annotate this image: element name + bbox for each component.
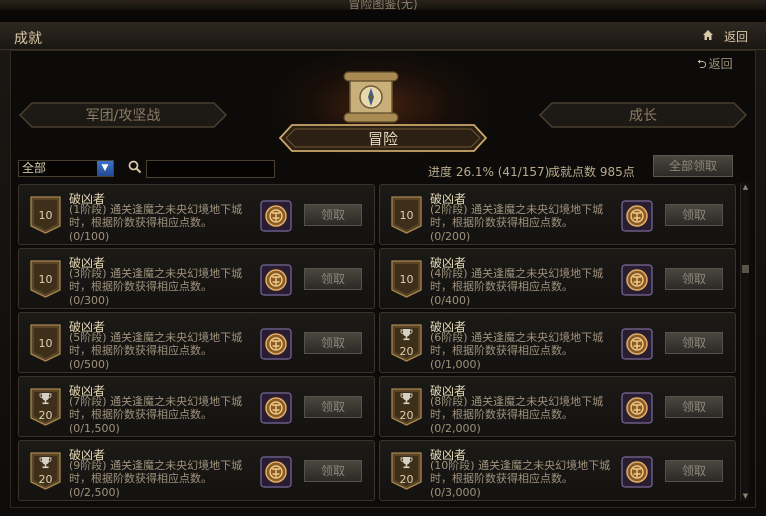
header-back-button[interactable]: 返回 bbox=[724, 28, 748, 45]
achievement-progress: (0/3,000) bbox=[430, 486, 481, 499]
achievement-progress: (0/200) bbox=[430, 230, 471, 243]
achievement-progress: (0/100) bbox=[69, 230, 110, 243]
claim-button[interactable]: 领取 bbox=[665, 268, 723, 290]
header-title: 成就 bbox=[14, 31, 42, 47]
reward-medal-icon[interactable] bbox=[260, 328, 292, 360]
reward-medal-icon[interactable] bbox=[621, 264, 653, 296]
achievement-description: (8阶段) 通关逢魔之未央幻境地下城时，根据阶数获得相应点数。 bbox=[430, 395, 604, 421]
points-value: 10 bbox=[38, 209, 53, 222]
tab-adventure-label: 冒险 bbox=[367, 129, 398, 148]
sub-back-button[interactable]: ⮌ 返回 bbox=[697, 55, 733, 76]
achievement-description: (5阶段) 通关逢魔之未央幻境地下城时，根据阶数获得相应点数。 bbox=[69, 331, 243, 357]
achievement-card: 10 破凶者 (2阶段) 通关逢魔之未央幻境地下城时，根据阶数获得相应点数。 (0/2… bbox=[379, 184, 736, 245]
achievement-points-text: 成就点数 985点 bbox=[548, 165, 635, 179]
achievement-card: 10 破凶者 (3阶段) 通关逢魔之未央幻境地下城时，根据阶数获得相应点数。 (0/3… bbox=[18, 248, 375, 309]
reward-medal-icon[interactable] bbox=[621, 328, 653, 360]
claim-button[interactable]: 领取 bbox=[665, 204, 723, 226]
scroll-down-icon[interactable]: ▼ bbox=[741, 492, 750, 501]
return-arrow-icon: ⮌ bbox=[697, 57, 707, 71]
trophy-icon bbox=[400, 457, 413, 469]
claim-button[interactable]: 领取 bbox=[304, 396, 362, 418]
search-icon bbox=[128, 160, 142, 174]
achievement-progress: (0/1,000) bbox=[430, 358, 481, 371]
search-input[interactable] bbox=[146, 160, 275, 178]
reward-medal-icon[interactable] bbox=[260, 264, 292, 296]
tab-legion-siege[interactable]: 军团/攻坚战 bbox=[18, 101, 228, 129]
points-value: 10 bbox=[38, 273, 53, 286]
achievement-description: (10阶段) 通关逢魔之未央幻境地下城时，根据阶数获得相应点数。 bbox=[430, 459, 611, 485]
chevron-down-icon[interactable]: ▼ bbox=[97, 161, 113, 176]
trophy-icon bbox=[39, 393, 52, 405]
home-icon[interactable] bbox=[702, 29, 714, 41]
achievement-description: (6阶段) 通关逢魔之未央幻境地下城时，根据阶数获得相应点数。 bbox=[430, 331, 604, 357]
points-value: 20 bbox=[399, 473, 414, 486]
reward-medal-icon[interactable] bbox=[621, 200, 653, 232]
achievement-description: (4阶段) 通关逢魔之未央幻境地下城时，根据阶数获得相应点数。 bbox=[430, 267, 604, 293]
filter-selected-value: 全部 bbox=[22, 161, 47, 175]
achievement-progress: (0/2,000) bbox=[430, 422, 481, 435]
trophy-icon bbox=[400, 393, 413, 405]
tab-adventure[interactable]: 冒险 bbox=[278, 122, 488, 154]
achievement-card: 10 破凶者 (1阶段) 通关逢魔之未央幻境地下城时，根据阶数获得相应点数。 (0/1… bbox=[18, 184, 375, 245]
claim-button[interactable]: 领取 bbox=[665, 332, 723, 354]
achievement-progress: (0/2,500) bbox=[69, 486, 120, 499]
achievement-card: 10 破凶者 (5阶段) 通关逢魔之未央幻境地下城时，根据阶数获得相应点数。 (0/5… bbox=[18, 312, 375, 373]
trophy-icon bbox=[39, 457, 52, 469]
window-header: 成就 返回 bbox=[0, 22, 766, 50]
claim-button[interactable]: 领取 bbox=[304, 460, 362, 482]
scrollbar[interactable]: ▲ ▼ bbox=[740, 183, 749, 501]
claim-button[interactable]: 领取 bbox=[304, 204, 362, 226]
tab-legion-siege-label: 军团/攻坚战 bbox=[85, 108, 161, 124]
progress-text: 进度 26.1% (41/157) bbox=[428, 165, 550, 179]
claim-button[interactable]: 领取 bbox=[665, 460, 723, 482]
points-value: 20 bbox=[399, 409, 414, 422]
achievement-card: 20 破凶者 (6阶段) 通关逢魔之未央幻境地下城时，根据阶数获得相应点数。 (0/1… bbox=[379, 312, 736, 373]
achievement-description: (3阶段) 通关逢魔之未央幻境地下城时，根据阶数获得相应点数。 bbox=[69, 267, 243, 293]
window-titlebar: 冒险图鉴(无) bbox=[0, 0, 766, 11]
scrollbar-thumb[interactable] bbox=[742, 265, 749, 273]
achievement-card: 20 破凶者 (10阶段) 通关逢魔之未央幻境地下城时，根据阶数获得相应点数。 (0/… bbox=[379, 440, 736, 501]
window-title: 冒险图鉴(无) bbox=[348, 0, 418, 11]
tab-growth[interactable]: 成长 bbox=[538, 101, 748, 129]
category-filter-select[interactable]: 全部 ▼ bbox=[18, 160, 114, 177]
achievement-progress: (0/400) bbox=[430, 294, 471, 307]
points-value: 20 bbox=[38, 409, 53, 422]
tab-growth-label: 成长 bbox=[629, 108, 657, 124]
achievement-description: (7阶段) 通关逢魔之未央幻境地下城时，根据阶数获得相应点数。 bbox=[69, 395, 243, 421]
achievement-description: (9阶段) 通关逢魔之未央幻境地下城时，根据阶数获得相应点数。 bbox=[69, 459, 243, 485]
achievement-progress: (0/1,500) bbox=[69, 422, 120, 435]
points-value: 10 bbox=[38, 337, 53, 350]
claim-all-button[interactable]: 全部领取 bbox=[653, 155, 733, 177]
points-value: 20 bbox=[38, 473, 53, 486]
achievement-card: 20 破凶者 (8阶段) 通关逢魔之未央幻境地下城时，根据阶数获得相应点数。 (0/2… bbox=[379, 376, 736, 437]
points-value: 10 bbox=[399, 209, 414, 222]
achievement-description: (1阶段) 通关逢魔之未央幻境地下城时，根据阶数获得相应点数。 bbox=[69, 203, 243, 229]
achievement-card: 10 破凶者 (4阶段) 通关逢魔之未央幻境地下城时，根据阶数获得相应点数。 (0/4… bbox=[379, 248, 736, 309]
sub-back-label: 返回 bbox=[708, 57, 733, 71]
achievement-card: 20 破凶者 (9阶段) 通关逢魔之未央幻境地下城时，根据阶数获得相应点数。 (0/2… bbox=[18, 440, 375, 501]
reward-medal-icon[interactable] bbox=[621, 392, 653, 424]
points-value: 20 bbox=[399, 345, 414, 358]
scroll-up-icon[interactable]: ▲ bbox=[741, 183, 750, 192]
claim-button[interactable]: 领取 bbox=[304, 268, 362, 290]
achievement-description: (2阶段) 通关逢魔之未央幻境地下城时，根据阶数获得相应点数。 bbox=[430, 203, 604, 229]
claim-button[interactable]: 领取 bbox=[304, 332, 362, 354]
achievement-progress: (0/500) bbox=[69, 358, 110, 371]
reward-medal-icon[interactable] bbox=[260, 200, 292, 232]
reward-medal-icon[interactable] bbox=[621, 456, 653, 488]
adventure-scroll-icon bbox=[343, 71, 399, 123]
points-value: 10 bbox=[399, 273, 414, 286]
achievement-progress: (0/300) bbox=[69, 294, 110, 307]
reward-medal-icon[interactable] bbox=[260, 456, 292, 488]
trophy-icon bbox=[400, 329, 413, 341]
claim-button[interactable]: 领取 bbox=[665, 396, 723, 418]
reward-medal-icon[interactable] bbox=[260, 392, 292, 424]
achievement-card: 20 破凶者 (7阶段) 通关逢魔之未央幻境地下城时，根据阶数获得相应点数。 (0/1… bbox=[18, 376, 375, 437]
